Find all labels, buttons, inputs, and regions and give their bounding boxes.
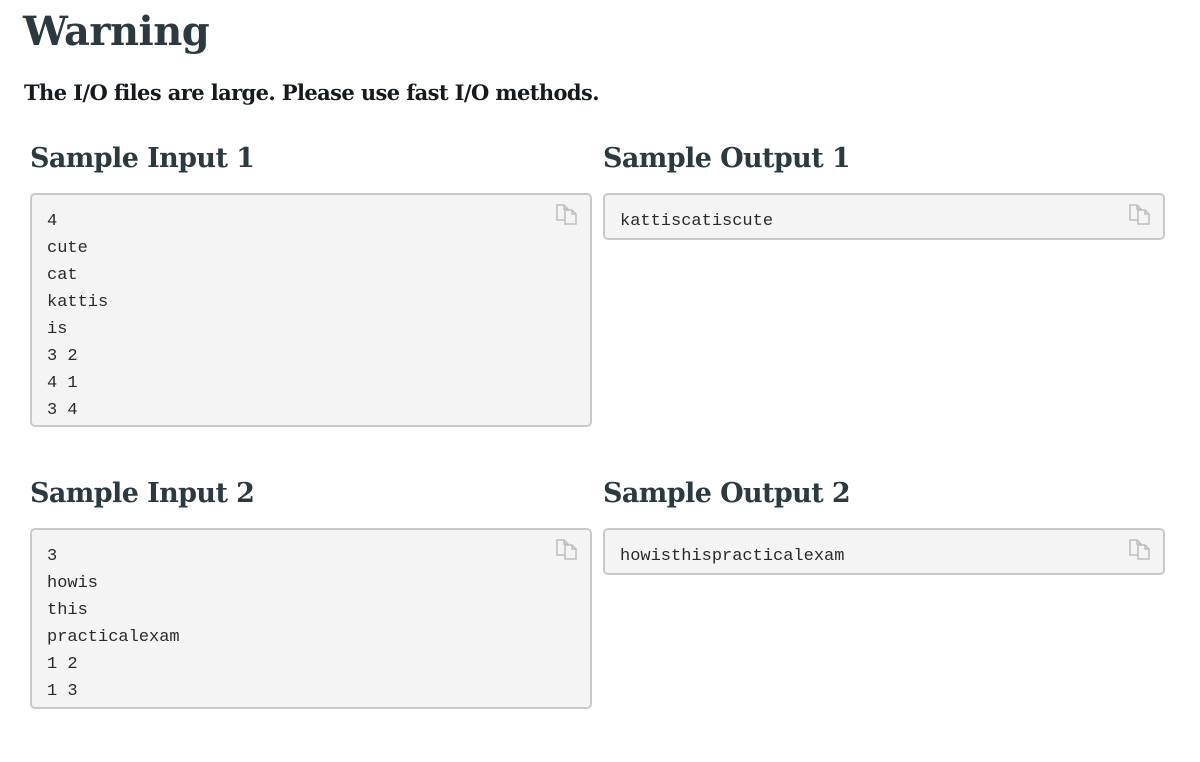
sample-input-1-box: 4 cute cat kattis is 3 2 4 1 3 4 (30, 193, 592, 427)
copy-icon[interactable] (554, 536, 580, 562)
sample-input-1-content: 4 cute cat kattis is 3 2 4 1 3 4 (47, 212, 109, 420)
sample-output-1-content: kattiscatiscute (620, 212, 774, 231)
sample-output-2-title: Sample Output 2 (603, 478, 851, 509)
sample-input-2-box: 3 howis this practicalexam 1 2 1 3 (30, 528, 592, 709)
copy-icon[interactable] (1127, 201, 1153, 227)
warning-heading: Warning (23, 8, 210, 55)
warning-text: The I/O files are large. Please use fast… (24, 80, 600, 105)
sample-output-2-box: howisthispracticalexam (603, 528, 1165, 575)
sample-output-1-box: kattiscatiscute (603, 193, 1165, 240)
copy-icon[interactable] (1127, 536, 1153, 562)
sample-input-1-title: Sample Input 1 (30, 143, 255, 174)
sample-input-2-title: Sample Input 2 (30, 478, 255, 509)
sample-input-2-content: 3 howis this practicalexam 1 2 1 3 (47, 547, 180, 701)
sample-output-2-content: howisthispracticalexam (620, 547, 845, 566)
sample-output-1-title: Sample Output 1 (603, 143, 851, 174)
copy-icon[interactable] (554, 201, 580, 227)
